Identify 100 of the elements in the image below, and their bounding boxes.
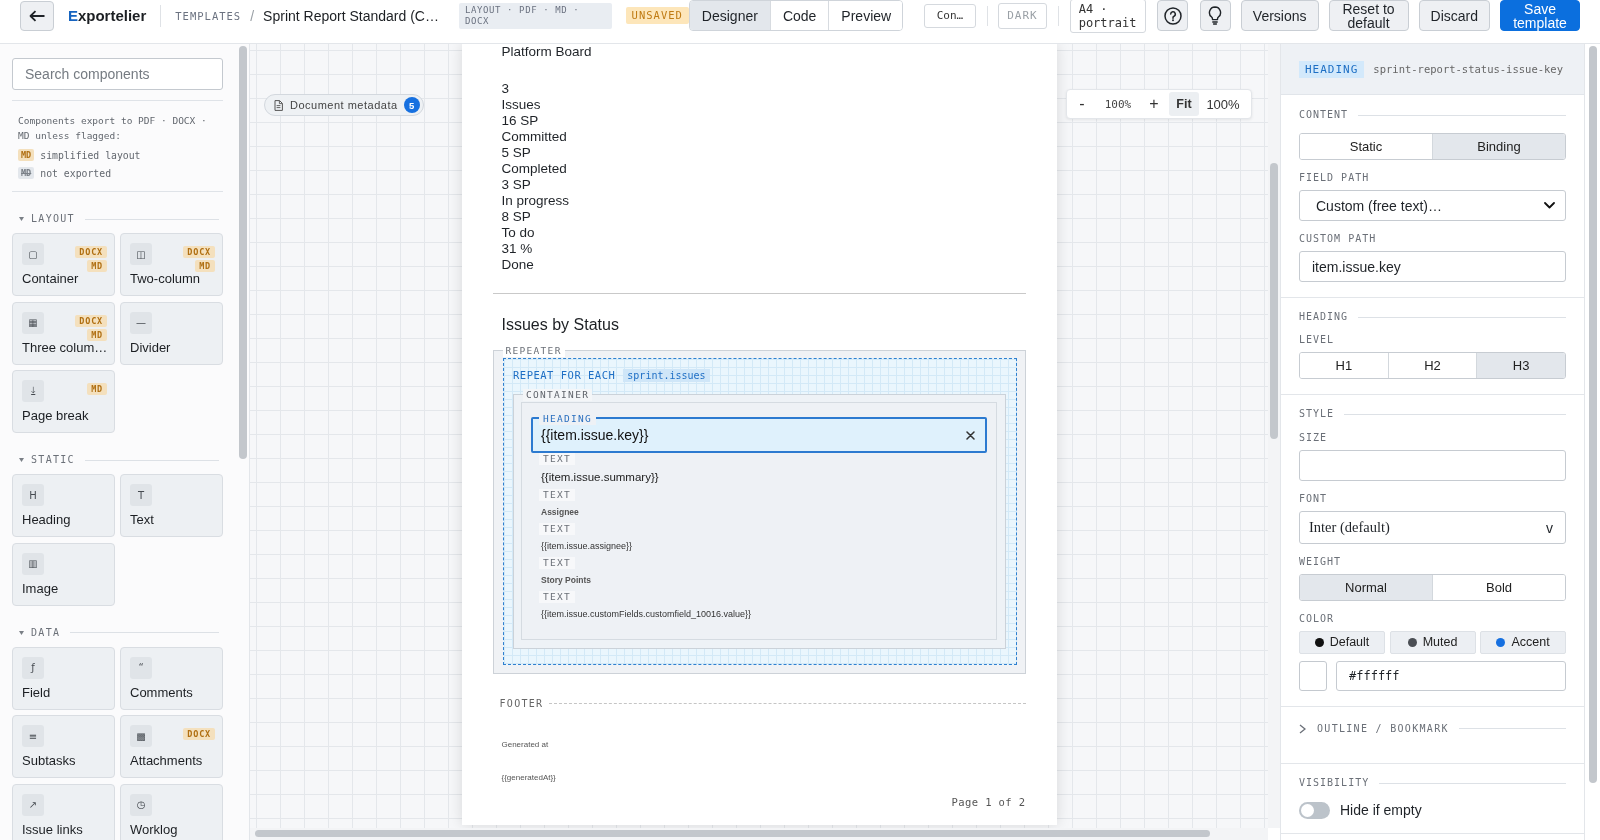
chevron-right-icon[interactable] <box>1299 723 1306 734</box>
action-button[interactable]: Versions <box>1240 0 1319 31</box>
text-block[interactable]: TEXT Story Points <box>531 557 987 591</box>
flag-badge: DOCX <box>183 728 215 740</box>
scrollbar-thumb[interactable] <box>1270 163 1278 439</box>
status-badge: UNSAVED <box>625 7 689 24</box>
component-card[interactable]: ▥ Image <box>12 542 115 606</box>
segment-option[interactable]: Bold <box>1432 575 1565 600</box>
summary-line: 16 SP <box>501 113 539 129</box>
text-block[interactable]: TEXT Assignee <box>531 489 987 523</box>
back-button[interactable] <box>20 0 54 31</box>
color-preset-button[interactable]: Default <box>1299 631 1385 654</box>
search-field[interactable]: Search components <box>12 58 223 90</box>
input-field[interactable]: item.issue.key <box>1299 251 1566 282</box>
section-title: DATA <box>31 626 61 639</box>
component-card[interactable]: ƒ Field <box>12 646 115 710</box>
component-card[interactable]: “ Comments <box>120 646 223 710</box>
section-title: CONTENT <box>1299 109 1349 121</box>
text-block[interactable]: TEXT {{item.issue.assignee}} <box>531 523 987 557</box>
section-title[interactable]: OUTLINE / BOOKMARK <box>1317 722 1449 735</box>
breadcrumb-separator: / <box>250 7 255 24</box>
legend-label: not exported <box>40 167 112 179</box>
legend-label: simplified layout <box>40 149 141 161</box>
close-icon[interactable] <box>966 430 975 440</box>
field-label: CUSTOM PATH <box>1299 233 1378 244</box>
component-card[interactable]: ≡ Subtasks <box>12 715 115 778</box>
field-label: WEIGHT <box>1299 556 1343 567</box>
block-label: TEXT <box>539 591 576 603</box>
idea-button[interactable] <box>1200 0 1231 31</box>
view-tab[interactable]: Designer <box>689 1 770 30</box>
segment-option[interactable]: H3 <box>1476 353 1565 378</box>
flag-badge: DOCX <box>75 314 107 327</box>
page-format-button[interactable]: A4 · portrait <box>1069 0 1147 33</box>
flag-badge: MD <box>18 167 35 179</box>
caret-icon[interactable] <box>19 458 24 462</box>
block-label: REPEATER <box>502 345 565 357</box>
dropdown-field[interactable]: Custom (free text)… <box>1299 190 1566 221</box>
section-title: LAYOUT <box>31 213 75 225</box>
action-button[interactable]: Discard <box>1418 0 1490 31</box>
action-button[interactable]: Reset to default <box>1328 0 1409 31</box>
flag-badge: MD <box>87 383 107 395</box>
scrollbar-thumb[interactable] <box>255 830 1210 837</box>
input-field[interactable] <box>1299 450 1566 481</box>
zoom-out-button[interactable]: - <box>1071 92 1093 116</box>
help-button[interactable] <box>1157 0 1189 31</box>
zoom-mode-button[interactable]: 100% <box>1199 92 1247 116</box>
app-title: Exportelier <box>67 7 147 24</box>
legend-note: Components export to PDF · DOCX · MD unless flagged: <box>17 113 208 143</box>
component-card[interactable]: ◷ Worklog <box>120 783 223 840</box>
flag-badge: DOCX <box>75 246 107 258</box>
caret-icon[interactable] <box>19 217 24 221</box>
zoom-level: 100% <box>1103 97 1133 111</box>
color-preset-button[interactable]: Muted <box>1389 631 1476 654</box>
component-card[interactable]: — Divider <box>120 301 223 365</box>
view-tab[interactable]: Preview <box>828 1 902 30</box>
scrollbar-thumb[interactable] <box>1589 46 1597 783</box>
component-card[interactable]: ↗ Issue links <box>12 783 115 840</box>
color-preset-button[interactable]: Accent <box>1480 631 1566 654</box>
metadata-button[interactable]: Document metadata 5 <box>264 94 424 116</box>
color-swatch[interactable] <box>1299 660 1327 691</box>
lightbulb-icon <box>1208 6 1223 25</box>
scrollbar-thumb[interactable] <box>239 46 247 459</box>
breadcrumb-link[interactable]: TEMPLATES <box>175 9 242 22</box>
segment-option[interactable]: Normal <box>1300 575 1432 600</box>
summary-line: 8 SP <box>501 209 531 225</box>
text-block[interactable]: TEXT {{item.issue.customFields.customfield_10016.value}} <box>531 591 987 625</box>
field-label: FONT <box>1299 493 1329 504</box>
primary-button[interactable]: Save template <box>1500 0 1580 31</box>
component-icon: ƒ <box>22 656 44 679</box>
caret-icon[interactable] <box>19 630 24 635</box>
toggle-switch[interactable] <box>1299 801 1330 819</box>
footer-text: {{generatedAt}} <box>501 772 556 783</box>
component-icon: ≡ <box>22 725 44 747</box>
section-title: HEADING <box>1299 311 1349 323</box>
zoom-mode-button[interactable]: Fit <box>1169 92 1199 116</box>
block-label: TEXT <box>539 489 576 501</box>
component-card[interactable]: ⤓ Page break MD <box>12 370 115 433</box>
segment-option[interactable]: Binding <box>1432 134 1565 159</box>
flag-badge: MD <box>195 260 215 272</box>
summary-line: Done <box>501 257 534 273</box>
summary-line: Completed <box>501 161 567 177</box>
toggle-label: Hide if empty <box>1340 802 1422 818</box>
toolbar-button[interactable]: Con… <box>923 3 977 28</box>
summary-line: 31 % <box>501 241 533 257</box>
count-badge: 5 <box>403 97 420 113</box>
summary-line: Issues <box>501 97 541 113</box>
flag-badge: MD <box>18 149 35 161</box>
component-card[interactable]: T Text <box>120 474 223 537</box>
text-block[interactable]: TEXT {{item.issue.summary}} <box>531 453 987 489</box>
document-icon <box>274 99 283 111</box>
component-card[interactable]: H Heading <box>12 474 115 537</box>
summary-line: 3 SP <box>501 177 531 193</box>
field-label: SIZE <box>1299 432 1329 443</box>
binding-chip: sprint.issues <box>623 368 710 382</box>
zoom-in-button[interactable]: + <box>1143 92 1165 116</box>
dropdown-field[interactable]: Inter (default) v <box>1299 511 1566 544</box>
input-field[interactable]: #ffffff <box>1336 660 1566 691</box>
summary-line: 5 SP <box>501 145 531 161</box>
component-card[interactable]: ▢ Container DOCX MD <box>12 233 115 296</box>
footer-text: Generated at <box>501 739 549 750</box>
